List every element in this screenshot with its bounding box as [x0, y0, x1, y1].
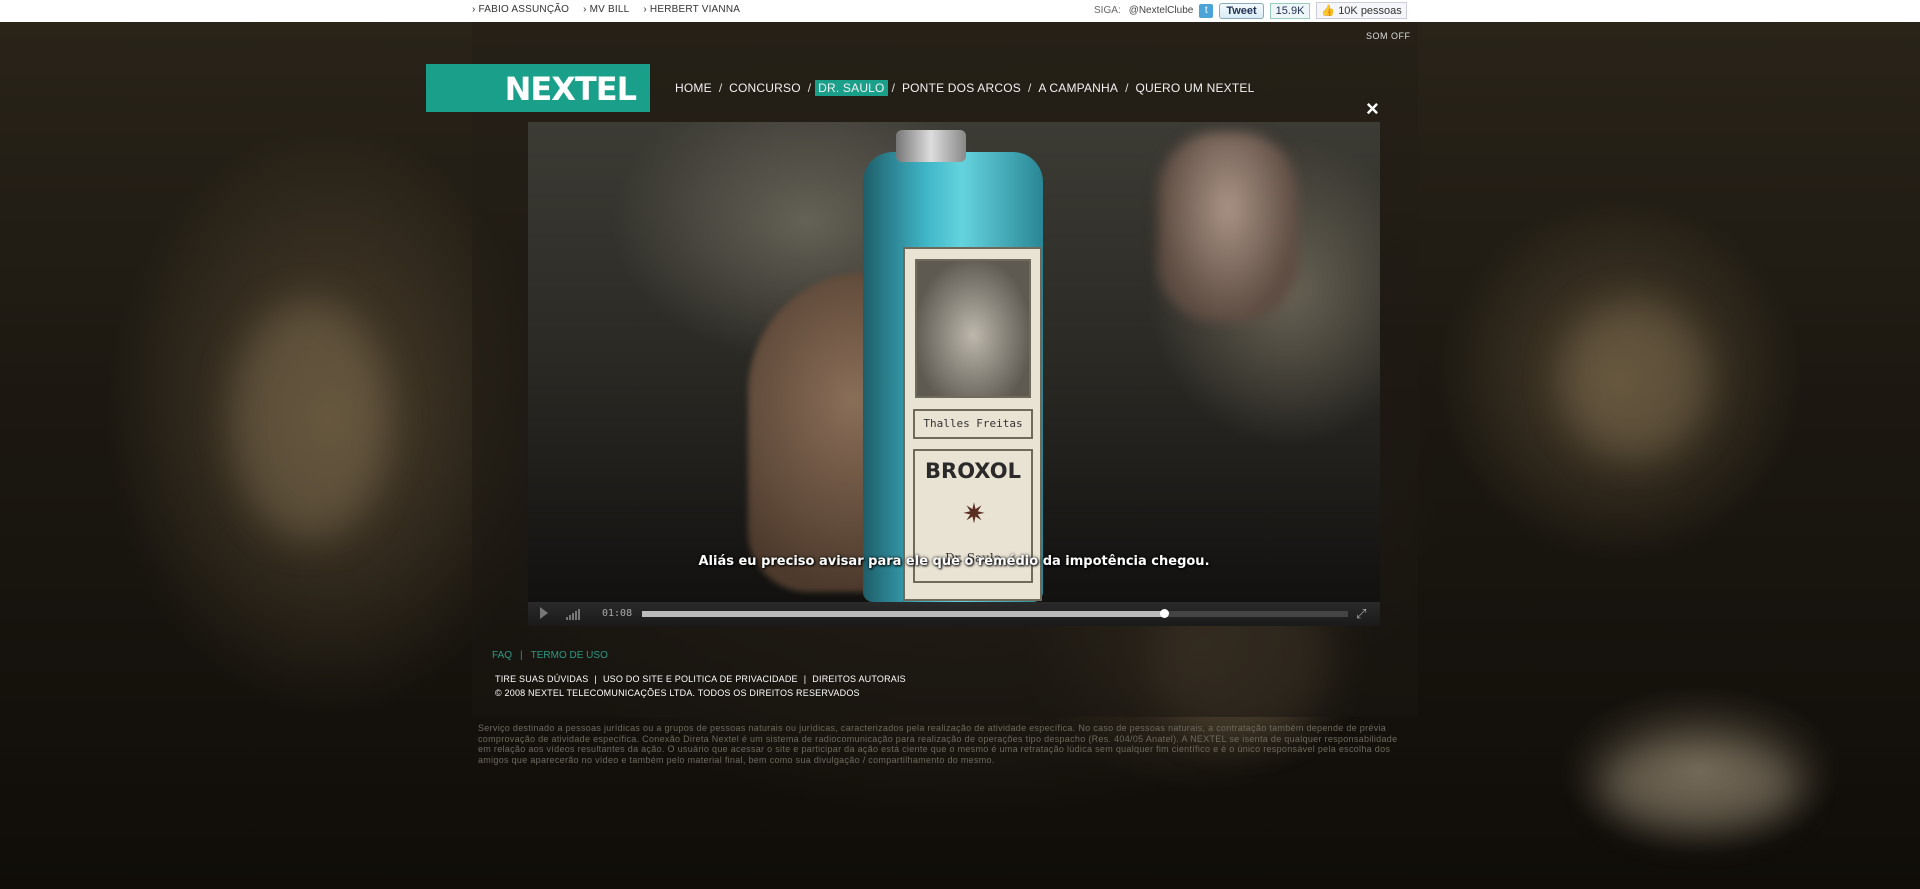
sound-toggle[interactable]: SOM OFF	[1366, 31, 1411, 41]
nav-separator: /	[807, 81, 812, 95]
nav-ponte-dos-arcos[interactable]: PONTE DOS ARCOS	[899, 80, 1024, 96]
legal-links: TIRE SUAS DÚVIDAS | USO DO SITE E POLITI…	[495, 674, 906, 698]
bottle-cap	[896, 130, 966, 162]
twitter-icon[interactable]: t	[1199, 3, 1214, 18]
top-link-fabio[interactable]: › FABIO ASSUNÇÃO	[472, 4, 569, 15]
celebrity-links: › FABIO ASSUNÇÃO › MV BILL › HERBERT VIA…	[472, 4, 740, 15]
siga-label: SIGA:	[1094, 5, 1121, 16]
tweet-count: 15.9K	[1269, 2, 1311, 19]
nav-home[interactable]: HOME	[672, 80, 715, 96]
nav-separator: /	[1027, 81, 1032, 95]
main-nav: HOME / CONCURSO / DR. SAULO / PONTE DOS …	[672, 80, 1257, 96]
fullscreen-icon[interactable]: ⤢	[1356, 607, 1370, 621]
link-separator: |	[594, 674, 597, 684]
video-controls: 01:08 ⤢	[528, 602, 1380, 626]
play-icon[interactable]	[540, 607, 548, 619]
bottle-label: Thalles Freitas BROXOL ✷ Dr. Saulo	[903, 247, 1042, 601]
nav-quero-um-nextel[interactable]: QUERO UM NEXTEL	[1132, 80, 1257, 96]
video-background-hand	[1158, 132, 1298, 322]
copyright: © 2008 NEXTEL TELECOMUNICAÇÕES LTDA. TOD…	[495, 688, 860, 698]
label-brand: BROXOL	[925, 459, 1021, 483]
disclaimer-text: Serviço destinado a pessoas jurídicas ou…	[478, 723, 1398, 765]
tweet-button[interactable]: Tweet	[1219, 2, 1264, 19]
thumbs-up-icon: 👍	[1321, 5, 1336, 17]
nextel-logo[interactable]: NEXTEL	[426, 64, 650, 112]
video-subtitle: Aliás eu preciso avisar para ele que o r…	[698, 554, 1210, 569]
logo-text: NEXTEL	[504, 70, 637, 108]
tweet-label: Tweet	[1226, 4, 1257, 17]
top-bar: › FABIO ASSUNÇÃO › MV BILL › HERBERT VIA…	[0, 0, 1920, 22]
social-bar: SIGA: @NextelClube t Tweet 15.9K 👍 10K p…	[1094, 2, 1407, 19]
footer-link-privacidade[interactable]: USO DO SITE E POLITICA DE PRIVACIDADE	[603, 674, 798, 684]
nav-concurso[interactable]: CONCURSO	[726, 80, 804, 96]
video-time: 01:08	[602, 608, 633, 619]
like-label: 10K pessoas	[1338, 5, 1402, 17]
faq-links: FAQ | TERMO DE USO	[492, 650, 608, 661]
nav-separator: /	[718, 81, 723, 95]
nav-separator: /	[891, 81, 895, 95]
twitter-handle-link[interactable]: @NextelClube	[1129, 5, 1194, 16]
progress-handle[interactable]	[1160, 609, 1170, 618]
progress-fill	[642, 611, 1165, 617]
nav-separator: /	[1125, 81, 1129, 95]
label-photo	[915, 259, 1031, 398]
link-separator: |	[520, 650, 523, 661]
progress-bar[interactable]	[642, 609, 1348, 618]
seal-icon: ✷	[962, 498, 986, 529]
nav-a-campanha[interactable]: A CAMPANHA	[1035, 80, 1121, 96]
footer-link-direitos[interactable]: DIREITOS AUTORAIS	[812, 674, 906, 684]
top-link-herbert[interactable]: › HERBERT VIANNA	[643, 4, 740, 15]
like-button[interactable]: 👍 10K pessoas	[1316, 2, 1407, 19]
faq-link[interactable]: FAQ	[492, 650, 512, 661]
video-frame[interactable]: Thalles Freitas BROXOL ✷ Dr. Saulo Aliás…	[528, 122, 1380, 602]
nav-dr-saulo[interactable]: DR. SAULO	[815, 80, 888, 96]
close-icon[interactable]: ×	[1366, 98, 1379, 120]
label-name: Thalles Freitas	[913, 409, 1033, 439]
top-link-mvbill[interactable]: › MV BILL	[583, 4, 629, 15]
terms-link[interactable]: TERMO DE USO	[531, 650, 608, 661]
link-separator: |	[803, 674, 807, 684]
volume-icon[interactable]	[566, 608, 580, 620]
footer-link-duvidas[interactable]: TIRE SUAS DÚVIDAS	[495, 674, 588, 684]
